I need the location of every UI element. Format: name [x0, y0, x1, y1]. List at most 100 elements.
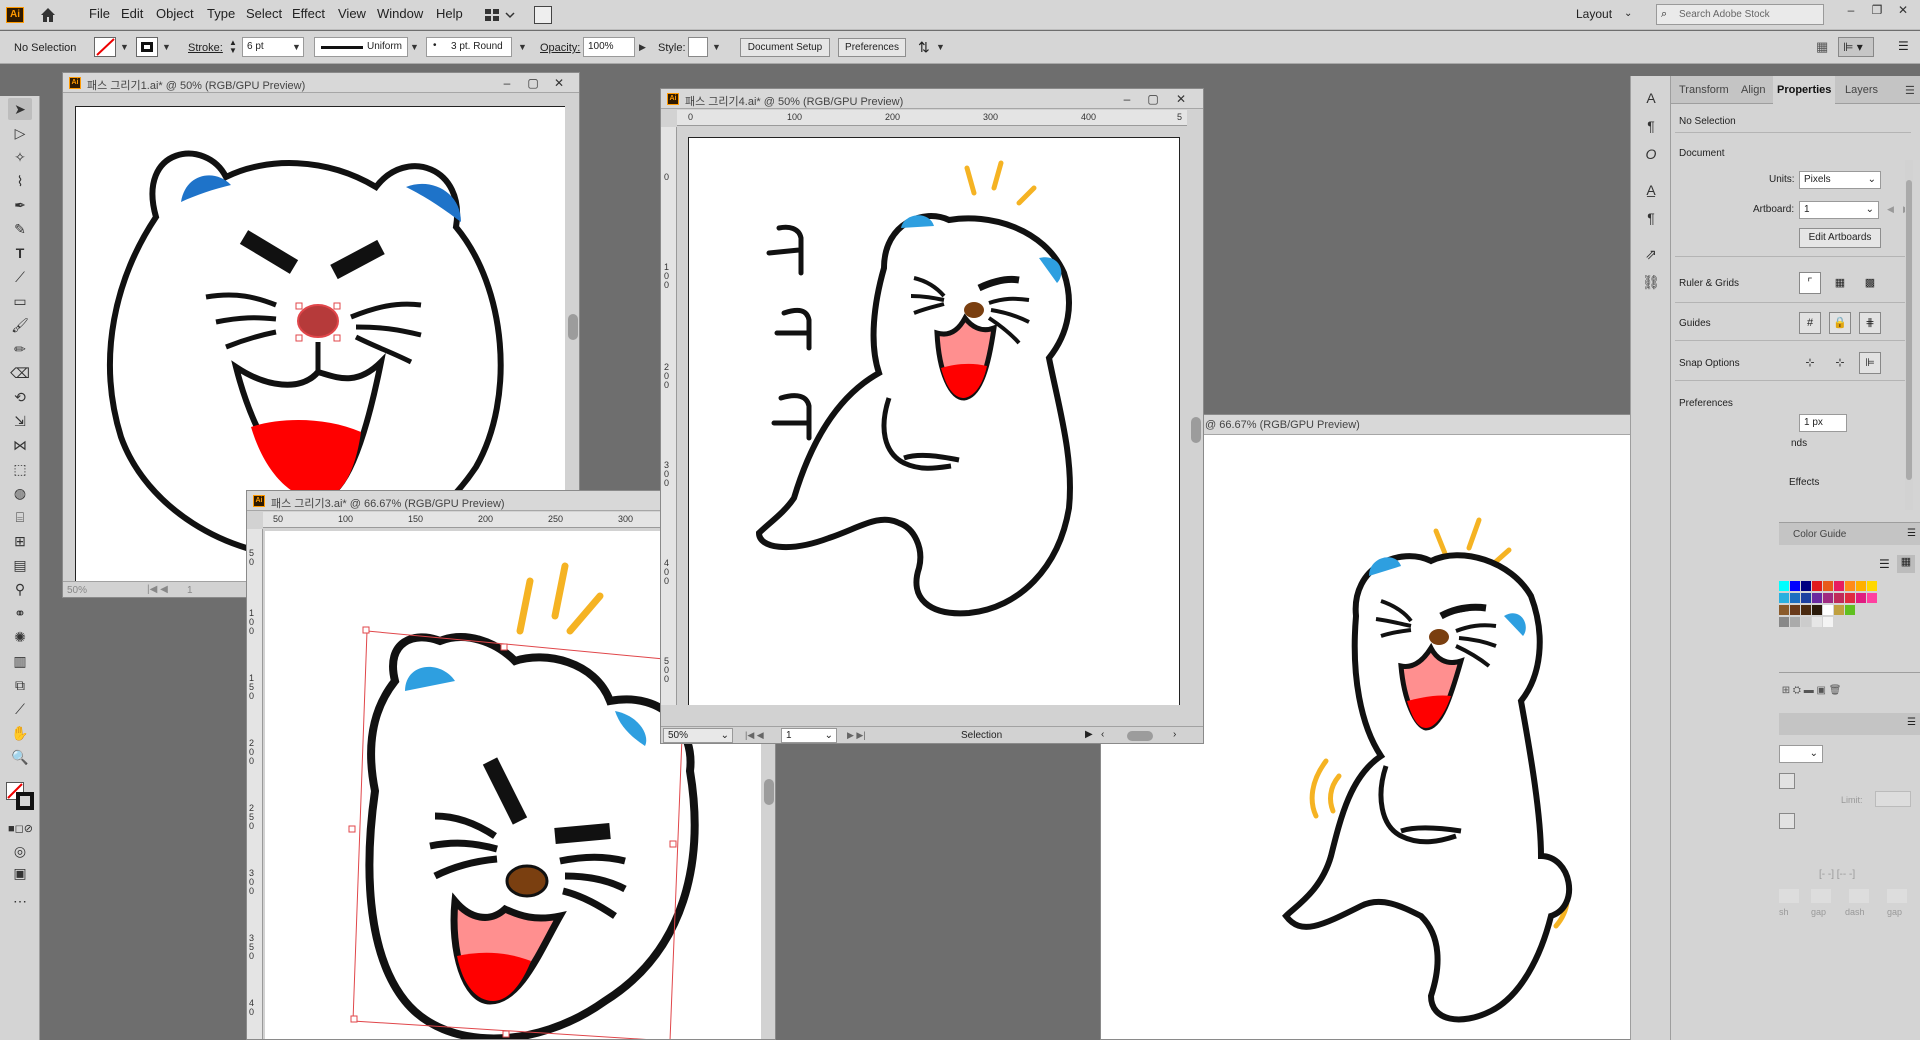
artboard-number[interactable]: 1: [187, 585, 193, 596]
snap-pixel-icon[interactable]: ⊫: [1859, 352, 1881, 374]
brush-definition[interactable]: • 3 pt. Round: [426, 37, 512, 57]
opentype-icon[interactable]: O: [1641, 144, 1661, 164]
type-tool-icon[interactable]: T: [8, 242, 32, 264]
scroll-thumb[interactable]: [1191, 417, 1201, 443]
fill-stroke-widget[interactable]: [6, 782, 34, 810]
paintbrush-icon[interactable]: 🖌: [8, 314, 32, 336]
column-graph-icon[interactable]: ▥: [8, 650, 32, 672]
mesh-tool-icon[interactable]: ⊞: [8, 530, 32, 552]
minimize-button[interactable]: –: [1117, 91, 1137, 107]
chevron-down-icon[interactable]: ▼: [936, 42, 945, 52]
grid-icon[interactable]: ▦: [1829, 272, 1851, 294]
zoom-tool-icon[interactable]: 🔍: [8, 746, 32, 768]
panel-menu-icon[interactable]: ☰: [1905, 84, 1915, 97]
preferences-button[interactable]: Preferences: [838, 38, 906, 57]
gpu-performance-icon[interactable]: [534, 6, 552, 24]
close-button[interactable]: ✕: [549, 75, 569, 91]
document-titlebar[interactable]: Ai 패스 그리기1.ai* @ 50% (RGB/GPU Preview) –…: [63, 73, 579, 93]
menu-select[interactable]: Select: [246, 6, 282, 21]
opacity-input[interactable]: 100%: [583, 37, 635, 57]
chevron-right-icon[interactable]: ▶: [639, 42, 646, 53]
menu-edit[interactable]: Edit: [121, 6, 143, 21]
scroll-thumb[interactable]: [1906, 180, 1912, 480]
line-tool-icon[interactable]: ⟋: [8, 266, 32, 288]
pencil-icon[interactable]: ✏: [8, 338, 32, 360]
stroke-swatch[interactable]: [136, 37, 158, 57]
character-styles-icon[interactable]: A̲: [1641, 180, 1661, 200]
weight-select[interactable]: ⌄: [1779, 745, 1823, 763]
hand-tool-icon[interactable]: ✋: [8, 722, 32, 744]
horizontal-scroll-thumb[interactable]: [1127, 731, 1153, 741]
maximize-button[interactable]: ▢: [1143, 91, 1163, 107]
fill-swatch[interactable]: [94, 37, 116, 57]
menu-view[interactable]: View: [338, 6, 366, 21]
minimize-button[interactable]: –: [1840, 2, 1862, 18]
rectangle-tool-icon[interactable]: ▭: [8, 290, 32, 312]
draw-mode-icon[interactable]: ◎: [8, 840, 32, 862]
artboard-prev-icon[interactable]: ◀: [1887, 204, 1894, 215]
stock-search-input[interactable]: ⌕ Search Adobe Stock: [1656, 4, 1824, 25]
maximize-button[interactable]: ▢: [523, 75, 543, 91]
color-guide-tab[interactable]: Color Guide: [1793, 529, 1846, 540]
document-setup-button[interactable]: Document Setup: [740, 38, 830, 57]
artboard[interactable]: [688, 137, 1180, 705]
lock-guides-icon[interactable]: 🔒: [1829, 312, 1851, 334]
workspace-switcher[interactable]: Layout: [1576, 7, 1612, 21]
vertical-ruler[interactable]: 5 0 1 0 0 1 5 0 2 0 0 2 5 0 3 0 0 3 5 0 …: [247, 529, 263, 1039]
paragraph-styles-icon[interactable]: ¶: [1641, 208, 1661, 228]
scale-icon[interactable]: ⇲: [8, 410, 32, 432]
join-miter-icon[interactable]: [1779, 813, 1795, 829]
screen-mode-icon[interactable]: ▣: [8, 862, 32, 884]
pen-tool-icon[interactable]: ✒: [8, 194, 32, 216]
grid-icon[interactable]: ▦: [1816, 39, 1828, 55]
panel-scrollbar[interactable]: [1905, 160, 1913, 510]
limit-input[interactable]: [1875, 791, 1911, 807]
scroll-right-icon[interactable]: ›: [1173, 729, 1176, 740]
stroke-stepper-icon[interactable]: ▲ ▼: [229, 39, 237, 55]
color-mode-icon[interactable]: ■◻⊘: [8, 818, 33, 840]
panel-menu-icon[interactable]: ☰: [1907, 528, 1916, 539]
artboard-number-select[interactable]: 1 ⌄: [781, 728, 837, 743]
zoom-select[interactable]: 50% ⌄: [663, 728, 733, 743]
gradient-tool-icon[interactable]: ▤: [8, 554, 32, 576]
arrange-icon[interactable]: ⇅: [918, 39, 930, 56]
tab-layers[interactable]: Layers: [1845, 84, 1878, 96]
tab-transform[interactable]: Transform: [1679, 84, 1729, 96]
symbol-sprayer-icon[interactable]: ✺: [8, 626, 32, 648]
close-button[interactable]: ✕: [1171, 91, 1191, 107]
arrange-documents-icon[interactable]: [484, 7, 516, 23]
align-panel-icon[interactable]: ⊫ ▾: [1838, 37, 1874, 57]
chevron-down-icon[interactable]: ▼: [120, 42, 129, 52]
home-icon[interactable]: [38, 5, 58, 25]
slice-tool-icon[interactable]: ⟋: [8, 698, 32, 720]
eyedropper-icon[interactable]: ⚲: [8, 578, 32, 600]
magic-wand-icon[interactable]: ✧: [8, 146, 32, 168]
horizontal-ruler[interactable]: 0 100 200 300 400 5: [677, 110, 1187, 126]
export-icon[interactable]: ⇗: [1641, 244, 1661, 264]
menu-type[interactable]: Type: [207, 6, 235, 21]
free-transform-icon[interactable]: ⬚: [8, 458, 32, 480]
transparency-grid-icon[interactable]: ▩: [1859, 272, 1881, 294]
units-select[interactable]: Pixels ⌄: [1799, 171, 1881, 189]
menu-help[interactable]: Help: [436, 6, 463, 21]
direct-selection-tool-icon[interactable]: ▷: [8, 122, 32, 144]
artboard-tool-icon[interactable]: ⧉: [8, 674, 32, 696]
eraser-icon[interactable]: ⌫: [8, 362, 32, 384]
scroll-thumb[interactable]: [764, 779, 774, 805]
edit-artboards-button[interactable]: Edit Artboards: [1799, 228, 1881, 248]
zoom-level[interactable]: 50%: [67, 585, 87, 596]
artboard-nav-next[interactable]: ▶ ▶|: [847, 730, 866, 741]
list-view-icon[interactable]: ☰: [1879, 557, 1890, 571]
snap-point-icon[interactable]: ⊹: [1799, 352, 1821, 374]
width-tool-icon[interactable]: ⋈: [8, 434, 32, 456]
chevron-down-icon[interactable]: ▼: [292, 42, 301, 52]
blend-tool-icon[interactable]: ⚭: [8, 602, 32, 624]
menu-object[interactable]: Object: [156, 6, 194, 21]
menu-file[interactable]: File: [89, 6, 110, 21]
chevron-down-icon[interactable]: ▼: [162, 42, 171, 52]
snap-grid-icon[interactable]: ⊹: [1829, 352, 1851, 374]
selection-tool-icon[interactable]: ➤: [8, 98, 32, 120]
show-guides-icon[interactable]: #: [1799, 312, 1821, 334]
scroll-thumb[interactable]: [568, 314, 578, 340]
document-titlebar[interactable]: Ai 패스 그리기4.ai* @ 50% (RGB/GPU Preview) –…: [661, 89, 1203, 109]
